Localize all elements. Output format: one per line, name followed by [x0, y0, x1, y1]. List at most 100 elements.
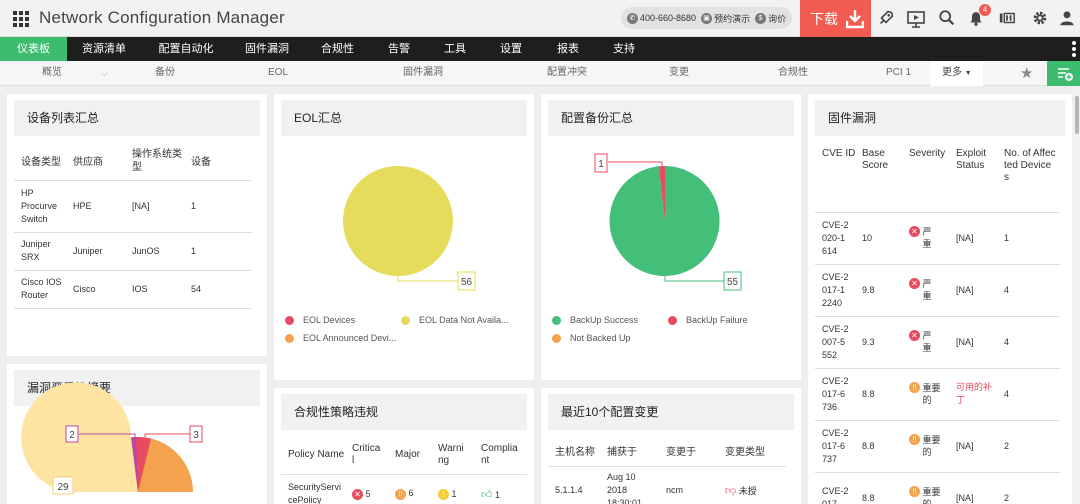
- subnav-eol[interactable]: EOL: [268, 61, 288, 86]
- subnav-overview[interactable]: 概览: [42, 61, 62, 86]
- important-icon: !!: [909, 434, 920, 445]
- nav-support[interactable]: 支持: [603, 37, 645, 61]
- col-cve-id: CVE ID: [822, 148, 856, 159]
- phone-number[interactable]: 400-660-8680: [640, 13, 696, 23]
- change-type-label: 未授: [738, 485, 757, 496]
- table-row[interactable]: SecurityServicePolicy ✕ 5 !! 6 ! 1 👍︎ 1: [281, 474, 527, 504]
- cve-id-cell[interactable]: CVE-2017-: [815, 472, 862, 504]
- exploit-status-cell[interactable]: 可用的补丁: [956, 368, 1004, 420]
- table-row[interactable]: CVE-2017- 8.8 !! 重要的 [NA] 2: [815, 472, 1060, 504]
- legend-dot: [552, 333, 561, 343]
- affected-count-cell[interactable]: 1: [1004, 212, 1060, 264]
- important-icon: !!: [909, 486, 920, 498]
- table-row[interactable]: CVE-2017-6737 8.8 !! 重要的 [NA] 2: [815, 420, 1060, 472]
- warning-count-cell[interactable]: ! 1: [438, 474, 481, 504]
- rocket-icon[interactable]: [876, 9, 896, 29]
- nav-settings[interactable]: 设置: [490, 37, 532, 61]
- compliance-table: Policy Name Critical Major Warning Compl…: [281, 436, 527, 504]
- quote-link[interactable]: 询价: [768, 12, 786, 25]
- os-cell: IOS: [132, 284, 148, 294]
- cve-id-cell[interactable]: CVE-2020-1614: [815, 212, 862, 264]
- col-exploit-status: Exploit Status: [956, 148, 987, 171]
- subnav-more-dropdown[interactable]: 更多 ▼: [930, 61, 983, 86]
- table-row[interactable]: 5.1.1.4 Aug 10 2018 18:30:01 ncm 👎︎ 未授: [548, 466, 786, 504]
- major-count-cell[interactable]: !! 6: [395, 474, 438, 504]
- exploit-status-cell: [NA]: [956, 441, 974, 451]
- cve-id-cell[interactable]: CVE-2017-6736: [815, 368, 862, 420]
- nav-alarms[interactable]: 告警: [378, 37, 420, 61]
- table-row[interactable]: HP Procurve Switch HPE [NA] 1: [14, 180, 252, 232]
- nav-tools[interactable]: 工具: [434, 37, 476, 61]
- table-row[interactable]: CVE-2007-5552 9.3 ✕ 严重 [NA] 4: [815, 316, 1060, 368]
- count-cell[interactable]: 1: [191, 180, 252, 232]
- subnav-changes[interactable]: 变更: [669, 61, 689, 86]
- affected-count-cell[interactable]: 4: [1004, 264, 1060, 316]
- severity-label: 重要的: [922, 435, 941, 457]
- policy-name-cell[interactable]: SecurityServicePolicy: [281, 474, 352, 504]
- affected-count-cell[interactable]: 4: [1004, 316, 1060, 368]
- compliant-count: 1: [495, 489, 501, 500]
- subnav-compliance[interactable]: 合规性: [778, 61, 808, 86]
- nav-reports[interactable]: 报表: [547, 37, 589, 61]
- legend-dot: [401, 315, 410, 325]
- thumbs-up-icon: 👍︎: [481, 488, 493, 501]
- compliant-count-cell[interactable]: 👍︎ 1: [481, 474, 527, 504]
- legend-eol-announced[interactable]: EOL Announced Devi...: [285, 333, 396, 343]
- demo-link[interactable]: 预约演示: [714, 12, 750, 25]
- table-row[interactable]: CVE-2017-12240 9.8 ✕ 严重 [NA] 4: [815, 264, 1060, 316]
- search-icon[interactable]: [937, 9, 957, 29]
- legend-eol-devices[interactable]: EOL Devices: [285, 315, 355, 325]
- gear-icon[interactable]: [1030, 9, 1050, 29]
- legend-backup-success[interactable]: BackUp Success: [552, 315, 638, 325]
- subnav-pci[interactable]: PCI 1: [886, 61, 911, 86]
- critical-count-cell[interactable]: ✕ 5: [352, 474, 395, 504]
- app-title: Network Configuration Manager: [39, 8, 285, 27]
- affected-count-cell[interactable]: 2: [1004, 472, 1060, 504]
- warning-icon: !: [438, 488, 449, 500]
- subnav-backup[interactable]: 备份: [155, 61, 175, 86]
- nav-dashboard[interactable]: 仪表板: [0, 37, 67, 61]
- cve-id-cell[interactable]: CVE-2017-12240: [815, 264, 862, 316]
- legend-not-backed-up[interactable]: Not Backed Up: [552, 333, 631, 343]
- severity-cell: !! 重要的: [909, 368, 956, 420]
- severity-cell: ✕ 严重: [909, 264, 956, 316]
- add-widget-button[interactable]: [1047, 61, 1080, 86]
- license-icon[interactable]: [997, 9, 1017, 29]
- legend-eol-na[interactable]: EOL Data Not Availa...: [401, 315, 509, 325]
- count-cell[interactable]: 1: [191, 232, 252, 270]
- legend-backup-failure[interactable]: BackUp Failure: [668, 315, 748, 325]
- col-warning: Warning: [438, 442, 464, 466]
- backup-failure-leader: [608, 161, 663, 166]
- critical-icon: ✕: [909, 278, 920, 289]
- affected-count-cell[interactable]: 2: [1004, 420, 1060, 472]
- nav-firmware-vuln[interactable]: 固件漏洞: [236, 37, 298, 61]
- page-scrollbar[interactable]: [1073, 86, 1080, 504]
- subnav-firmware[interactable]: 固件漏洞: [403, 61, 443, 86]
- table-row[interactable]: CVE-2017-6736 8.8 !! 重要的 可用的补丁 4: [815, 368, 1060, 420]
- count-cell[interactable]: 54: [191, 270, 252, 308]
- table-row[interactable]: Juniper SRX Juniper JunOS 1: [14, 232, 252, 270]
- nav-config-automation[interactable]: 配置自动化: [150, 37, 222, 61]
- presentation-icon[interactable]: [906, 9, 926, 29]
- table-row[interactable]: CVE-2020-1614 10 ✕ 严重 [NA] 1: [815, 212, 1060, 264]
- host-name-cell[interactable]: 5.1.1.4: [548, 466, 607, 504]
- recent-changes-title: 最近10个配置变更: [548, 394, 794, 430]
- page-scrollbar-thumb[interactable]: [1075, 96, 1079, 134]
- affected-count-cell[interactable]: 4: [1004, 368, 1060, 420]
- app-grid-icon[interactable]: [13, 11, 29, 27]
- vuln-moderate-slice[interactable]: [21, 382, 138, 493]
- star-icon[interactable]: ★: [1020, 64, 1033, 82]
- cve-id-cell[interactable]: CVE-2017-6737: [815, 420, 862, 472]
- user-icon[interactable]: [1057, 9, 1077, 29]
- cve-id-cell[interactable]: CVE-2007-5552: [815, 316, 862, 368]
- table-row[interactable]: Cisco IOS Router Cisco IOS 54: [14, 270, 252, 308]
- chevron-down-icon[interactable]: ⌵: [101, 61, 108, 86]
- nav-inventory[interactable]: 资源清单: [72, 37, 136, 61]
- download-button[interactable]: 下载: [800, 0, 871, 37]
- nav-compliance[interactable]: 合规性: [310, 37, 365, 61]
- device-type-cell: Cisco IOS Router: [21, 277, 62, 300]
- eol-pie-slice[interactable]: [343, 166, 453, 276]
- subnav-config-conflict[interactable]: 配置冲突: [547, 61, 587, 86]
- legend-dot: [552, 315, 561, 325]
- more-vertical-icon[interactable]: [1072, 41, 1076, 57]
